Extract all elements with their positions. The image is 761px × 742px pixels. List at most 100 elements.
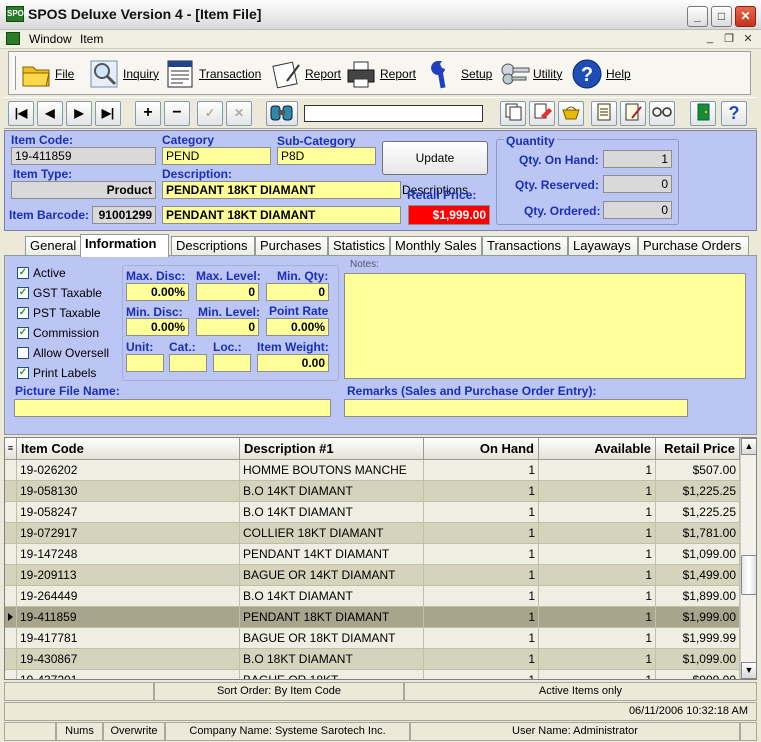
table-row[interactable]: 19-264449 B.O 14KT DIAMANT 1 1 $1,899.00 [5,586,740,607]
table-row[interactable]: 19-147248 PENDANT 14KT DIAMANT 1 1 $1,099.00 [5,544,740,565]
tab-information[interactable]: Information [80,234,169,257]
item-code-field[interactable]: 19-411859 [11,147,156,165]
subcategory-field[interactable]: P8D [277,147,376,165]
close-button[interactable]: ✕ [735,6,756,27]
table-row[interactable]: 19-058247 B.O 14KT DIAMANT 1 1 $1,225.25 [5,502,740,523]
add-record-button[interactable]: + [135,101,161,126]
view-button[interactable] [649,101,675,126]
tab-transactions[interactable]: Transactions [482,236,568,256]
col-item-code[interactable]: Item Code [17,438,240,460]
table-cell[interactable]: B.O 14KT DIAMANT [240,481,424,501]
min-qty-field[interactable]: 0 [266,283,329,301]
report-button[interactable]: Report [271,58,341,90]
cat-field[interactable] [169,354,207,372]
search-input[interactable] [304,105,483,122]
table-cell[interactable]: 1 [539,607,656,627]
item-weight-field[interactable]: 0.00 [257,354,329,372]
scroll-thumb[interactable] [741,555,756,595]
table-cell[interactable]: 1 [424,586,539,606]
table-cell[interactable]: PENDANT 14KT DIAMANT [240,544,424,564]
table-cell[interactable]: 19-026202 [17,460,240,480]
col-on-hand[interactable]: On Hand [424,438,539,460]
max-level-field[interactable]: 0 [196,283,259,301]
table-cell[interactable]: 19-430867 [17,649,240,669]
min-disc-field[interactable]: 0.00% [126,318,189,336]
col-description[interactable]: Description #1 [240,438,424,460]
title-bar[interactable]: SPOS SPOS Deluxe Version 4 - [Item File]… [0,0,761,30]
delete-record-button[interactable]: − [164,101,190,126]
table-cell[interactable]: $1,099.00 [656,544,740,564]
min-level-field[interactable]: 0 [196,318,259,336]
table-cell[interactable]: 1 [424,502,539,522]
table-row[interactable]: 19-072917 COLLIER 18KT DIAMANT 1 1 $1,781.00 [5,523,740,544]
table-cell[interactable]: 1 [424,670,539,679]
mdi-icon[interactable] [6,32,20,45]
grid-scrollbar[interactable]: ▲ ▼ [740,438,756,679]
description-1-field[interactable]: PENDANT 18KT DIAMANT [162,181,401,199]
post-edit-button[interactable]: ✓ [197,101,223,126]
row-indicator[interactable] [5,544,17,564]
table-cell[interactable]: 1 [539,586,656,606]
table-cell[interactable]: 1 [424,481,539,501]
maximize-button[interactable]: □ [711,6,732,27]
first-record-button[interactable]: |◀ [8,101,34,126]
remarks-field[interactable] [344,399,688,417]
unit-field[interactable] [126,354,164,372]
col-available[interactable]: Available [539,438,656,460]
table-cell[interactable]: $507.00 [656,460,740,480]
table-cell[interactable]: 1 [539,523,656,543]
mdi-restore-button[interactable]: ❐ [721,32,737,46]
commission-checkbox[interactable]: ✓ Commission [17,326,99,340]
help-button[interactable]: ? Help [572,58,631,90]
table-cell[interactable]: $1,781.00 [656,523,740,543]
row-indicator[interactable] [5,586,17,606]
item-barcode-field[interactable]: 91001299 [92,206,156,224]
tab-statistics[interactable]: Statistics [328,236,390,256]
row-indicator[interactable] [5,670,17,679]
row-indicator[interactable] [5,649,17,669]
resize-grip-icon[interactable] [740,722,757,741]
record-help-button[interactable]: ? [721,101,747,126]
loc-field[interactable] [213,354,251,372]
table-row[interactable]: 19-209113 BAGUE OR 14KT DIAMANT 1 1 $1,499.0… [5,565,740,586]
print-labels-checkbox[interactable]: ✓ Print Labels [17,366,96,380]
table-cell[interactable]: B.O 14KT DIAMANT [240,586,424,606]
copy-button[interactable] [500,101,526,126]
table-row[interactable]: 19-026202 HOMME BOUTONS MANCHE 1 1 $507.00 [5,460,740,481]
table-cell[interactable]: 1 [424,565,539,585]
tab-monthly-sales[interactable]: Monthly Sales [390,236,482,256]
table-cell[interactable]: 19-437201 [17,670,240,679]
exit-button[interactable] [690,101,716,126]
table-cell[interactable]: 19-072917 [17,523,240,543]
notes-field[interactable] [344,273,746,379]
item-type-field[interactable]: Product [11,181,156,199]
find-button[interactable] [266,101,298,126]
scroll-down-icon[interactable]: ▼ [741,662,756,679]
table-cell[interactable]: PENDANT 18KT DIAMANT [240,607,424,627]
tab-layaways[interactable]: Layaways [568,236,638,256]
table-cell[interactable]: B.O 18KT DIAMANT [240,649,424,669]
table-cell[interactable]: 19-417781 [17,628,240,648]
last-record-button[interactable]: ▶| [95,101,121,126]
file-button[interactable]: File [21,58,74,90]
erase-button[interactable] [529,101,555,126]
next-record-button[interactable]: ▶ [66,101,92,126]
table-row[interactable]: 19-430867 B.O 18KT DIAMANT 1 1 $1,099.00 [5,649,740,670]
table-cell[interactable]: $1,225.25 [656,481,740,501]
row-indicator[interactable] [5,628,17,648]
table-cell[interactable]: 1 [539,649,656,669]
active-checkbox[interactable]: ✓ Active [17,266,66,280]
qty-reserved-field[interactable]: 0 [603,175,672,193]
table-cell[interactable]: 1 [539,565,656,585]
notes-button[interactable] [591,101,617,126]
tab-general[interactable]: General [25,236,81,256]
mdi-close-button[interactable]: ✕ [740,32,756,46]
table-cell[interactable]: 1 [424,607,539,627]
table-cell[interactable]: 1 [424,460,539,480]
print-report-button[interactable]: Report [346,58,416,90]
table-cell[interactable]: COLLIER 18KT DIAMANT [240,523,424,543]
picture-file-field[interactable] [14,399,331,417]
table-cell[interactable]: BAGUE OR 14KT DIAMANT [240,565,424,585]
allow-oversell-checkbox[interactable]: Allow Oversell [17,346,109,360]
table-row[interactable]: 19-058130 B.O 14KT DIAMANT 1 1 $1,225.25 [5,481,740,502]
